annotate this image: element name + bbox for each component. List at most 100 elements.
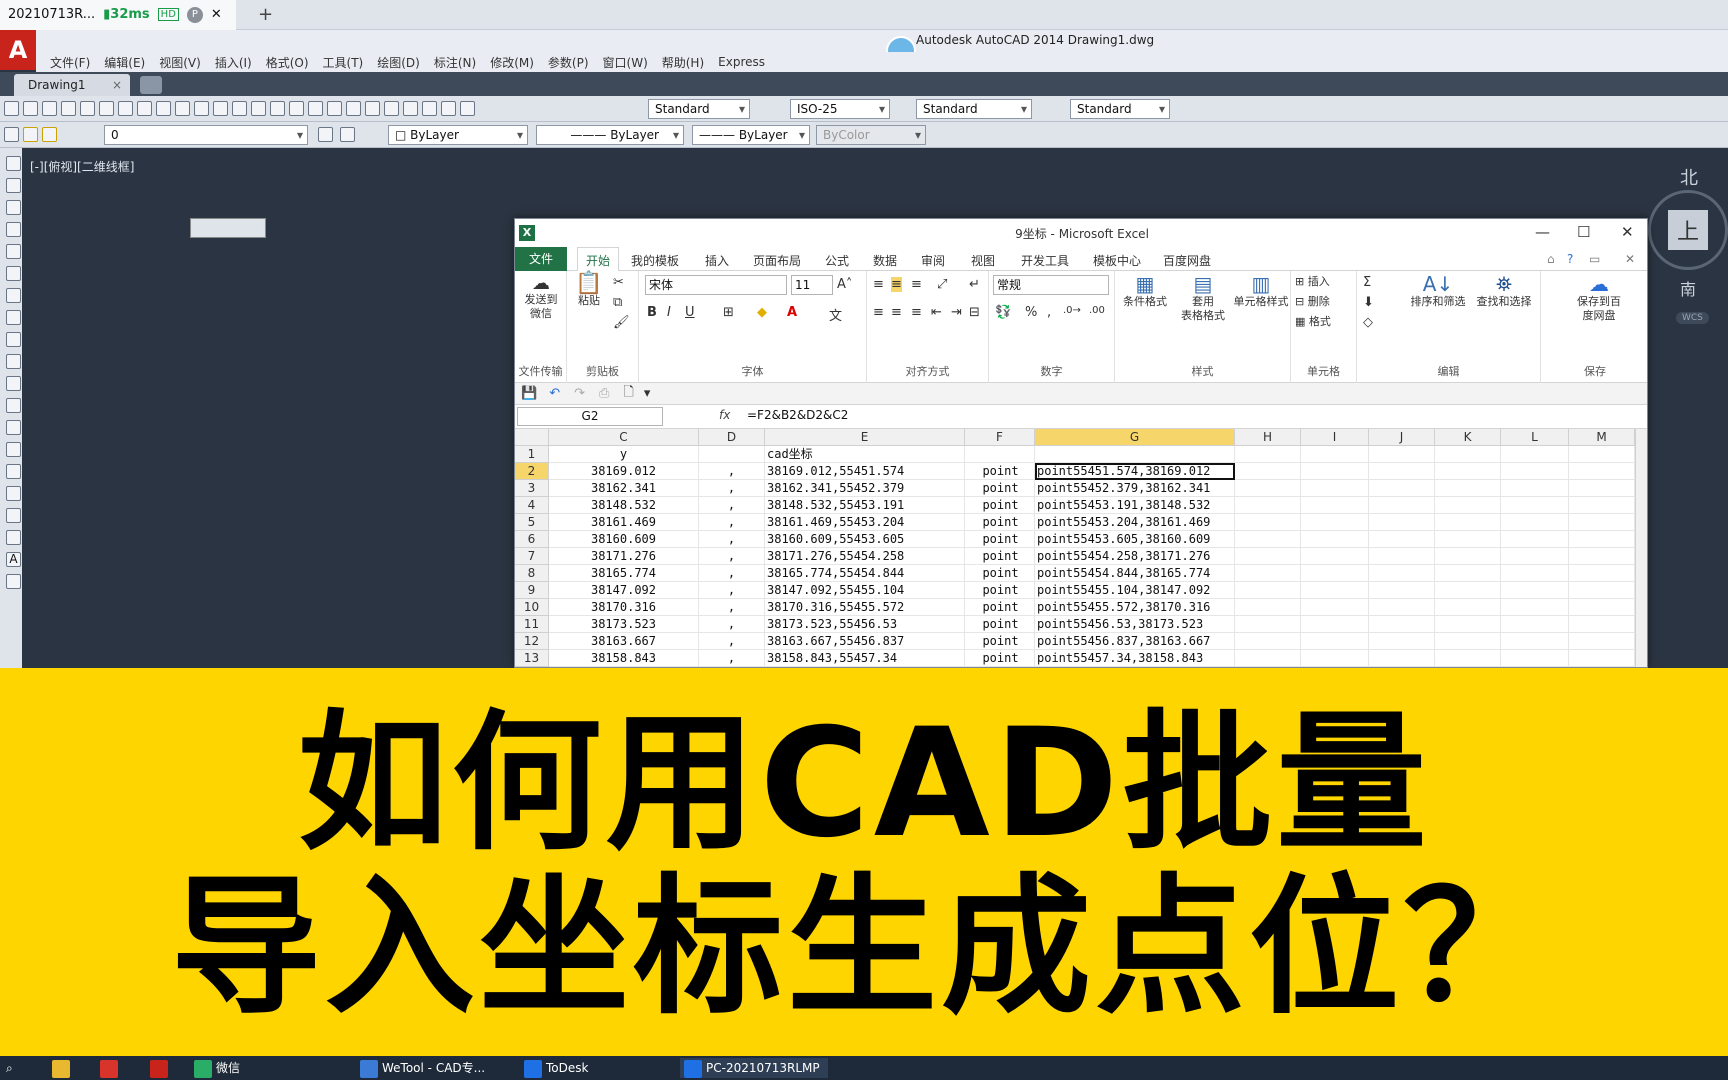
- tab-my-templates[interactable]: 我的模板: [631, 252, 679, 269]
- cell-c8[interactable]: 38165.774: [549, 565, 699, 582]
- tab-page-layout[interactable]: 页面布局: [753, 252, 801, 269]
- table-icon[interactable]: [6, 530, 21, 545]
- tool-palette-icon[interactable]: [384, 101, 399, 116]
- point-icon[interactable]: [6, 442, 21, 457]
- column-header-j[interactable]: J: [1369, 429, 1435, 446]
- cell-j5[interactable]: [1369, 514, 1435, 531]
- cell-l3[interactable]: [1501, 480, 1569, 497]
- undo-icon[interactable]: [232, 101, 247, 116]
- align-bottom-icon[interactable]: ≡: [911, 277, 922, 292]
- find-select-button[interactable]: ⛯ 查找和选择: [1471, 274, 1537, 309]
- font-size-select[interactable]: 11: [791, 275, 833, 295]
- cell-d9[interactable]: ,: [699, 582, 765, 599]
- tab-formulas[interactable]: 公式: [825, 252, 849, 269]
- column-header-m[interactable]: M: [1569, 429, 1635, 446]
- save-icon[interactable]: [42, 101, 57, 116]
- cell-l1[interactable]: [1501, 446, 1569, 463]
- search-icon[interactable]: ⌕: [2, 1058, 13, 1078]
- clear-icon[interactable]: ◇: [1363, 315, 1373, 330]
- cell-k13[interactable]: [1435, 650, 1501, 667]
- tab-file[interactable]: 文件: [515, 247, 567, 271]
- cell-l4[interactable]: [1501, 497, 1569, 514]
- cell-m4[interactable]: [1569, 497, 1635, 514]
- make-current-icon[interactable]: [318, 127, 333, 142]
- cell-k1[interactable]: [1435, 446, 1501, 463]
- tab-review[interactable]: 审阅: [921, 252, 945, 269]
- align-middle-icon[interactable]: ≡: [891, 277, 902, 292]
- cell-f1[interactable]: [965, 446, 1035, 463]
- cell-d13[interactable]: ,: [699, 650, 765, 667]
- column-header-h[interactable]: H: [1235, 429, 1301, 446]
- increase-indent-icon[interactable]: ⇥: [951, 305, 962, 320]
- wcs-menu[interactable]: WCS: [1676, 312, 1709, 324]
- help-icon[interactable]: ?: [1567, 252, 1573, 266]
- menu-edit[interactable]: 编辑(E): [104, 54, 145, 71]
- save-icon[interactable]: 💾: [521, 386, 537, 401]
- cell-k11[interactable]: [1435, 616, 1501, 633]
- cell-h13[interactable]: [1235, 650, 1301, 667]
- cell-i13[interactable]: [1301, 650, 1369, 667]
- close-icon[interactable]: ×: [112, 74, 122, 96]
- column-header-l[interactable]: L: [1501, 429, 1569, 446]
- cell-c13[interactable]: 38158.843: [549, 650, 699, 667]
- currency-icon[interactable]: 💱: [995, 305, 1011, 320]
- cell-f11[interactable]: point: [965, 616, 1035, 633]
- polyline-icon[interactable]: [6, 200, 21, 215]
- maximize-icon[interactable]: ☐: [1577, 223, 1590, 241]
- cell-c7[interactable]: 38171.276: [549, 548, 699, 565]
- column-header-f[interactable]: F: [965, 429, 1035, 446]
- sheet-set-icon[interactable]: [403, 101, 418, 116]
- cell-l8[interactable]: [1501, 565, 1569, 582]
- linetype-select[interactable]: ——— ByLayer: [536, 125, 684, 145]
- mtext-icon[interactable]: A: [6, 552, 21, 567]
- autocad-icon[interactable]: [146, 1058, 172, 1078]
- new-file-icon[interactable]: 🗋: [623, 383, 633, 405]
- calculator-icon[interactable]: [441, 101, 456, 116]
- cell-l12[interactable]: [1501, 633, 1569, 650]
- cell-j6[interactable]: [1369, 531, 1435, 548]
- paste-icon[interactable]: [175, 101, 190, 116]
- cell-c3[interactable]: 38162.341: [549, 480, 699, 497]
- cell-i1[interactable]: [1301, 446, 1369, 463]
- cell-g10[interactable]: point55455.572,38170.316: [1035, 599, 1235, 616]
- line-icon[interactable]: [6, 156, 21, 171]
- align-right-icon[interactable]: ≡: [911, 305, 922, 320]
- column-header-i[interactable]: I: [1301, 429, 1369, 446]
- cell-i7[interactable]: [1301, 548, 1369, 565]
- cell-e5[interactable]: 38161.469,55453.204: [765, 514, 965, 531]
- cell-i3[interactable]: [1301, 480, 1369, 497]
- sort-filter-button[interactable]: A↓ 排序和筛选: [1407, 274, 1469, 309]
- cell-c2[interactable]: 38169.012: [549, 463, 699, 480]
- conditional-format-button[interactable]: ▦ 条件格式: [1117, 274, 1173, 309]
- tab-drawing1[interactable]: Drawing1 ×: [14, 74, 130, 96]
- underline-icon[interactable]: U: [685, 305, 695, 320]
- taskbar-item-wetool[interactable]: WeTool - CAD专...: [356, 1058, 485, 1078]
- help-icon[interactable]: [460, 101, 475, 116]
- fill-icon[interactable]: ⬇: [1363, 295, 1374, 310]
- cell-c12[interactable]: 38163.667: [549, 633, 699, 650]
- cell-c11[interactable]: 38173.523: [549, 616, 699, 633]
- row-header[interactable]: 12: [515, 633, 549, 650]
- spline-icon[interactable]: [6, 332, 21, 347]
- cell-f10[interactable]: point: [965, 599, 1035, 616]
- row-header[interactable]: 11: [515, 616, 549, 633]
- cell-j4[interactable]: [1369, 497, 1435, 514]
- tab-insert[interactable]: 插入: [705, 252, 729, 269]
- preview-icon[interactable]: [80, 101, 95, 116]
- delete-cells-button[interactable]: ⊟ 删除: [1295, 295, 1330, 309]
- cell-g7[interactable]: point55454.258,38171.276: [1035, 548, 1235, 565]
- italic-icon[interactable]: I: [667, 305, 671, 320]
- cell-i11[interactable]: [1301, 616, 1369, 633]
- ellipse-arc-icon[interactable]: [6, 376, 21, 391]
- cell-k12[interactable]: [1435, 633, 1501, 650]
- cell-f9[interactable]: point: [965, 582, 1035, 599]
- grow-font-icon[interactable]: A˄: [837, 277, 852, 292]
- orientation-icon[interactable]: ⤢: [937, 277, 947, 292]
- row-header[interactable]: 3: [515, 480, 549, 497]
- cell-e12[interactable]: 38163.667,55456.837: [765, 633, 965, 650]
- cell-g3[interactable]: point55452.379,38162.341: [1035, 480, 1235, 497]
- match-icon[interactable]: [194, 101, 209, 116]
- cell-m2[interactable]: [1569, 463, 1635, 480]
- viewport-label[interactable]: [-][俯视][二维线框]: [30, 158, 134, 175]
- cell-m3[interactable]: [1569, 480, 1635, 497]
